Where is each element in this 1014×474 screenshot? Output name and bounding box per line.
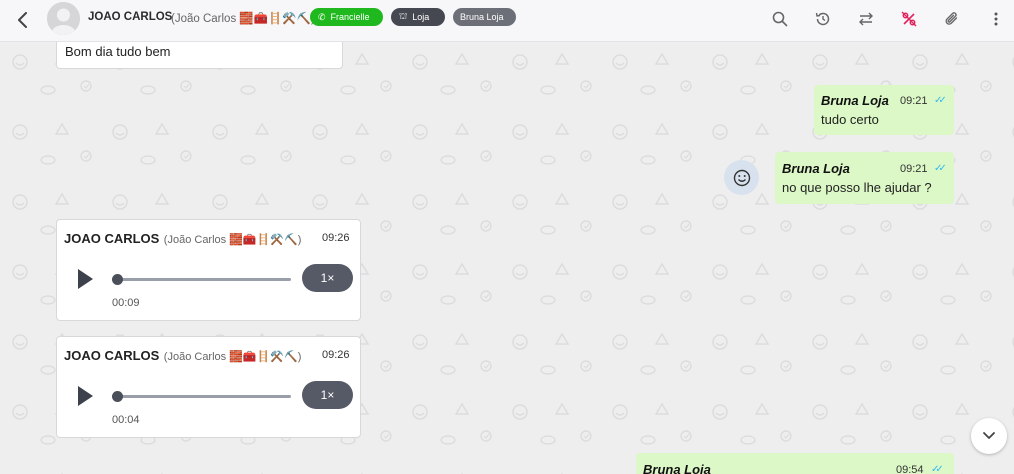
back-button[interactable] — [12, 9, 34, 31]
tag-francielle[interactable]: ✆ Francielle — [310, 8, 383, 26]
chat-header: JOAO CARLOS (João Carlos 🧱🧰🪜⚒️⛏️) ✆ Fran… — [0, 0, 1014, 42]
audio-message: JOAO CARLOS (João Carlos 🧱🧰🪜⚒️⛏️) 09:26 … — [56, 336, 361, 438]
message-sender: Bruna Loja — [643, 462, 711, 474]
contact-subtitle: (João Carlos 🧱🧰🪜⚒️⛏️) — [171, 13, 315, 25]
search-icon — [772, 11, 788, 27]
audio-duration: 00:04 — [112, 414, 140, 426]
playback-speed-button[interactable]: 1× — [302, 381, 353, 409]
message-sender-sub: (João Carlos 🧱🧰🪜⚒️⛏️) — [163, 234, 302, 246]
audio-sender-line: JOAO CARLOS (João Carlos 🧱🧰🪜⚒️⛏️) — [64, 347, 301, 365]
reaction-button[interactable] — [724, 160, 759, 195]
avatar[interactable] — [47, 2, 80, 35]
no-discount-button[interactable] — [898, 8, 920, 30]
message-text: Bom dia tudo bem — [65, 44, 171, 59]
audio-sender-line: JOAO CARLOS (João Carlos 🧱🧰🪜⚒️⛏️) — [64, 230, 301, 248]
message-text: no que posso lhe ajudar ? — [782, 180, 932, 195]
playback-speed-button[interactable]: 1× — [302, 264, 353, 292]
message-sender-sub: (João Carlos 🧱🧰🪜⚒️⛏️) — [163, 351, 302, 363]
audio-duration: 00:09 — [112, 297, 140, 309]
chevron-down-icon — [983, 432, 995, 439]
attach-button[interactable] — [941, 8, 963, 30]
audio-progress-track[interactable] — [117, 395, 291, 398]
tag-loja[interactable]: ⛫ Loja — [391, 8, 445, 26]
audio-message: JOAO CARLOS (João Carlos 🧱🧰🪜⚒️⛏️) 09:26 … — [56, 219, 361, 321]
message-time: 09:26 — [322, 232, 350, 244]
message-time: 09:21 — [900, 95, 928, 107]
smiley-icon — [733, 169, 750, 186]
attach-icon — [945, 12, 958, 25]
play-icon — [78, 269, 93, 289]
scroll-to-bottom-button[interactable] — [971, 418, 1007, 454]
audio-progress-handle[interactable] — [112, 391, 123, 402]
chevron-left-icon — [18, 12, 27, 28]
transfer-icon — [859, 12, 873, 26]
tag-label: Francielle — [330, 12, 370, 22]
audio-progress-handle[interactable] — [112, 274, 123, 285]
play-button[interactable] — [75, 267, 95, 291]
history-icon — [815, 12, 830, 26]
read-ticks-icon: ✓✓ — [931, 464, 944, 474]
contact-name: JOAO CARLOS — [88, 11, 173, 23]
audio-progress-track[interactable] — [117, 278, 291, 281]
play-button[interactable] — [75, 384, 95, 408]
more-vertical-icon — [994, 12, 998, 26]
message-text: tudo certo — [821, 112, 879, 127]
play-icon — [78, 386, 93, 406]
tag-bruna-loja[interactable]: Bruna Loja — [453, 8, 516, 26]
message-sender: Bruna Loja — [821, 93, 889, 108]
store-icon: ⛫ — [399, 11, 408, 21]
message-sender: JOAO CARLOS — [64, 348, 160, 363]
whatsapp-icon: ✆ — [318, 11, 326, 22]
read-ticks-icon: ✓✓ — [934, 163, 947, 174]
search-button[interactable] — [769, 8, 791, 30]
message-time: 09:26 — [322, 349, 350, 361]
more-options-button[interactable] — [985, 8, 1007, 30]
message-time: 09:21 — [900, 163, 928, 175]
message-outgoing: Bruna Loja 09:54 ✓✓ — [636, 453, 954, 474]
transfer-button[interactable] — [855, 8, 877, 30]
message-time: 09:54 — [896, 464, 924, 474]
message-outgoing: Bruna Loja 09:21 ✓✓ no que posso lhe aju… — [775, 152, 954, 204]
message-sender: Bruna Loja — [782, 161, 850, 176]
message-sender: JOAO CARLOS — [64, 231, 160, 246]
message-outgoing: Bruna Loja 09:21 ✓✓ tudo certo — [814, 85, 954, 135]
tag-label: Loja — [412, 12, 430, 22]
history-button[interactable] — [812, 8, 834, 30]
no-discount-icon — [901, 11, 917, 27]
user-silhouette-icon — [47, 2, 80, 35]
read-ticks-icon: ✓✓ — [934, 95, 947, 106]
tag-label: Bruna Loja — [460, 12, 504, 22]
